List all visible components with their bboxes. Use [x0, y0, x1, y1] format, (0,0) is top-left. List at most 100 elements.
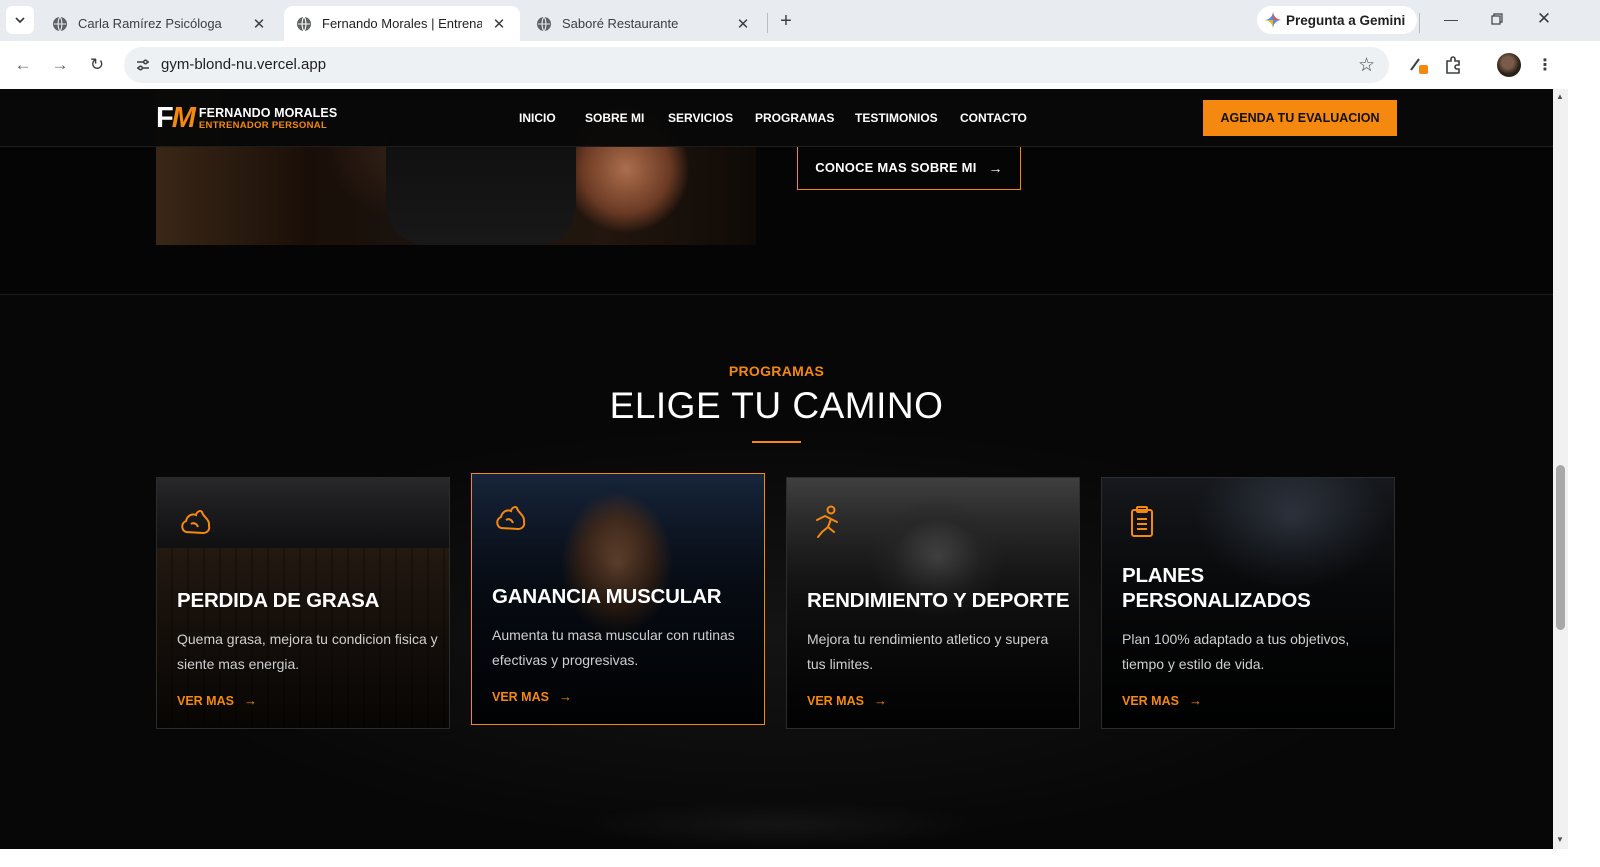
reload-icon: ↻: [89, 55, 105, 74]
scroll-up-icon[interactable]: ▲: [1556, 92, 1564, 101]
close-tab-icon[interactable]: ✕: [734, 15, 752, 33]
browser-tab-2[interactable]: Saboré Restaurante ✕: [524, 6, 764, 41]
toolbar-separator: [1419, 13, 1420, 33]
globe-icon: [53, 16, 67, 31]
reload-button[interactable]: ↻: [83, 51, 111, 79]
arrow-right-icon: →: [1188, 693, 1202, 708]
nav-inicio[interactable]: INICIO: [519, 111, 556, 125]
card-link-label: VER MAS: [1122, 693, 1179, 708]
card-link[interactable]: VER MAS →: [807, 693, 887, 708]
program-card-muscle-gain[interactable]: GANANCIA MUSCULAR Aumenta tu masa muscul…: [471, 473, 765, 725]
arrow-right-icon: →: [988, 159, 1003, 176]
card-link[interactable]: VER MAS →: [177, 693, 257, 708]
tab-separator: [767, 13, 768, 33]
nav-programas[interactable]: PROGRAMAS: [755, 111, 834, 125]
page-scrollbar[interactable]: ▲ ▼: [1553, 89, 1568, 849]
profile-avatar[interactable]: [1497, 53, 1521, 77]
card-link-label: VER MAS: [177, 693, 234, 708]
brush-icon: [1410, 58, 1428, 74]
clipboard-icon: [1131, 506, 1153, 537]
window-edge: [1568, 89, 1600, 867]
card-title: GANANCIA MUSCULAR: [492, 585, 722, 608]
puzzle-icon: [1446, 56, 1460, 74]
flame-icon: [181, 510, 211, 535]
nav-sobre-mi[interactable]: SOBRE MI: [585, 111, 644, 125]
extensions-button[interactable]: [1442, 53, 1466, 77]
flame-icon: [496, 506, 526, 531]
gemini-button[interactable]: Pregunta a Gemini: [1257, 6, 1418, 34]
section-eyebrow: PROGRAMAS: [728, 363, 825, 379]
page-viewport: CONOCE MAS SOBRE MI → PROGRAMAS ELIGE TU…: [0, 89, 1553, 849]
running-icon: [816, 505, 838, 538]
arrow-right-icon: →: [243, 693, 257, 708]
scrollbar-thumb[interactable]: [1556, 465, 1565, 630]
browser-tab-0[interactable]: Carla Ramírez Psicóloga ✕: [40, 6, 280, 41]
about-cta-button[interactable]: CONOCE MAS SOBRE MI →: [797, 145, 1021, 190]
extension-pin-button[interactable]: [1406, 53, 1430, 77]
browser-tab-1[interactable]: Fernando Morales | Entrenador ✕: [284, 6, 520, 41]
scroll-down-icon[interactable]: ▼: [1556, 835, 1564, 844]
globe-icon: [537, 16, 551, 31]
program-card-custom-plans[interactable]: PLANES PERSONALIZADOS Plan 100% adaptado…: [1101, 477, 1395, 729]
logo-mark: FM: [156, 102, 196, 134]
tab-title: Fernando Morales | Entrenador: [322, 16, 482, 31]
nav-testimonios[interactable]: TESTIMONIOS: [855, 111, 938, 125]
card-title: PERDIDA DE GRASA: [177, 589, 380, 612]
site-logo[interactable]: FM FERNANDO MORALES ENTRENADOR PERSONAL: [156, 104, 337, 133]
bookmark-star-icon[interactable]: ☆: [1358, 54, 1375, 77]
tab-title: Saboré Restaurante: [562, 16, 679, 31]
card-title: PLANES PERSONALIZADOS: [1122, 564, 1311, 612]
card-title: RENDIMIENTO Y DEPORTE: [807, 589, 1070, 612]
arrow-left-icon: ←: [14, 55, 32, 74]
section-heading: ELIGE TU CAMINO: [609, 385, 944, 426]
logo-role: ENTRENADOR PERSONAL: [198, 119, 328, 131]
new-tab-button[interactable]: +: [773, 8, 799, 34]
restore-button[interactable]: [1477, 4, 1517, 34]
close-icon: ✕: [1536, 9, 1552, 28]
card-link-label: VER MAS: [807, 693, 864, 708]
card-description: Quema grasa, mejora tu condicion fisica …: [177, 631, 438, 672]
forward-button[interactable]: →: [46, 51, 74, 79]
url-text: gym-blond-nu.vercel.app: [161, 56, 327, 73]
plus-icon: +: [780, 9, 792, 32]
kebab-menu-icon: ⋮: [1537, 57, 1553, 74]
nav-servicios[interactable]: SERVICIOS: [668, 111, 733, 125]
minimize-icon: —: [1444, 11, 1458, 27]
arrow-right-icon: →: [873, 693, 887, 708]
tab-search-button[interactable]: [6, 6, 34, 34]
close-window-button[interactable]: ✕: [1524, 4, 1564, 34]
about-cta-label: CONOCE MAS SOBRE MI: [815, 160, 977, 175]
card-link-label: VER MAS: [492, 689, 549, 704]
site-header: FM FERNANDO MORALES ENTRENADOR PERSONAL …: [0, 89, 1553, 147]
site-settings-icon: [137, 59, 149, 71]
gemini-label: Pregunta a Gemini: [1286, 12, 1406, 28]
browser-tab-bar: Carla Ramírez Psicóloga ✕ Fernando Moral…: [0, 0, 1600, 41]
globe-icon: [297, 16, 311, 31]
gemini-sparkle-icon: [1265, 12, 1281, 28]
restore-icon: [1491, 13, 1503, 25]
close-tab-icon[interactable]: ✕: [490, 15, 508, 33]
tab-title: Carla Ramírez Psicóloga: [78, 16, 222, 31]
card-description: Mejora tu rendimiento atletico y supera …: [807, 631, 1049, 672]
arrow-right-icon: →: [558, 689, 572, 704]
back-button[interactable]: ←: [9, 51, 37, 79]
browser-toolbar: ← → ↻ gym-blond-nu.vercel.app ☆ ⋮: [0, 41, 1600, 89]
program-card-fat-loss[interactable]: PERDIDA DE GRASA Quema grasa, mejora tu …: [156, 477, 450, 729]
browser-menu-button[interactable]: ⋮: [1533, 53, 1557, 77]
close-tab-icon[interactable]: ✕: [250, 15, 268, 33]
card-description: Aumenta tu masa muscular con rutinas efe…: [492, 627, 735, 668]
next-section-hint: [530, 795, 1030, 849]
minimize-button[interactable]: —: [1431, 4, 1471, 34]
nav-contacto[interactable]: CONTACTO: [960, 111, 1027, 125]
chevron-down-icon: [15, 17, 25, 24]
window-edge-bottom: [0, 849, 1568, 867]
program-card-performance[interactable]: RENDIMIENTO Y DEPORTE Mejora tu rendimie…: [786, 477, 1080, 729]
card-description: Plan 100% adaptado a tus objetivos, tiem…: [1122, 631, 1350, 672]
book-evaluation-button[interactable]: AGENDA TU EVALUACION: [1203, 100, 1397, 136]
address-bar[interactable]: gym-blond-nu.vercel.app ☆: [124, 47, 1389, 83]
card-link[interactable]: VER MAS →: [1122, 693, 1202, 708]
logo-name: FERNANDO MORALES: [198, 106, 338, 120]
card-link[interactable]: VER MAS →: [492, 689, 572, 704]
heading-underline: [752, 441, 801, 443]
arrow-right-icon: →: [51, 55, 69, 74]
